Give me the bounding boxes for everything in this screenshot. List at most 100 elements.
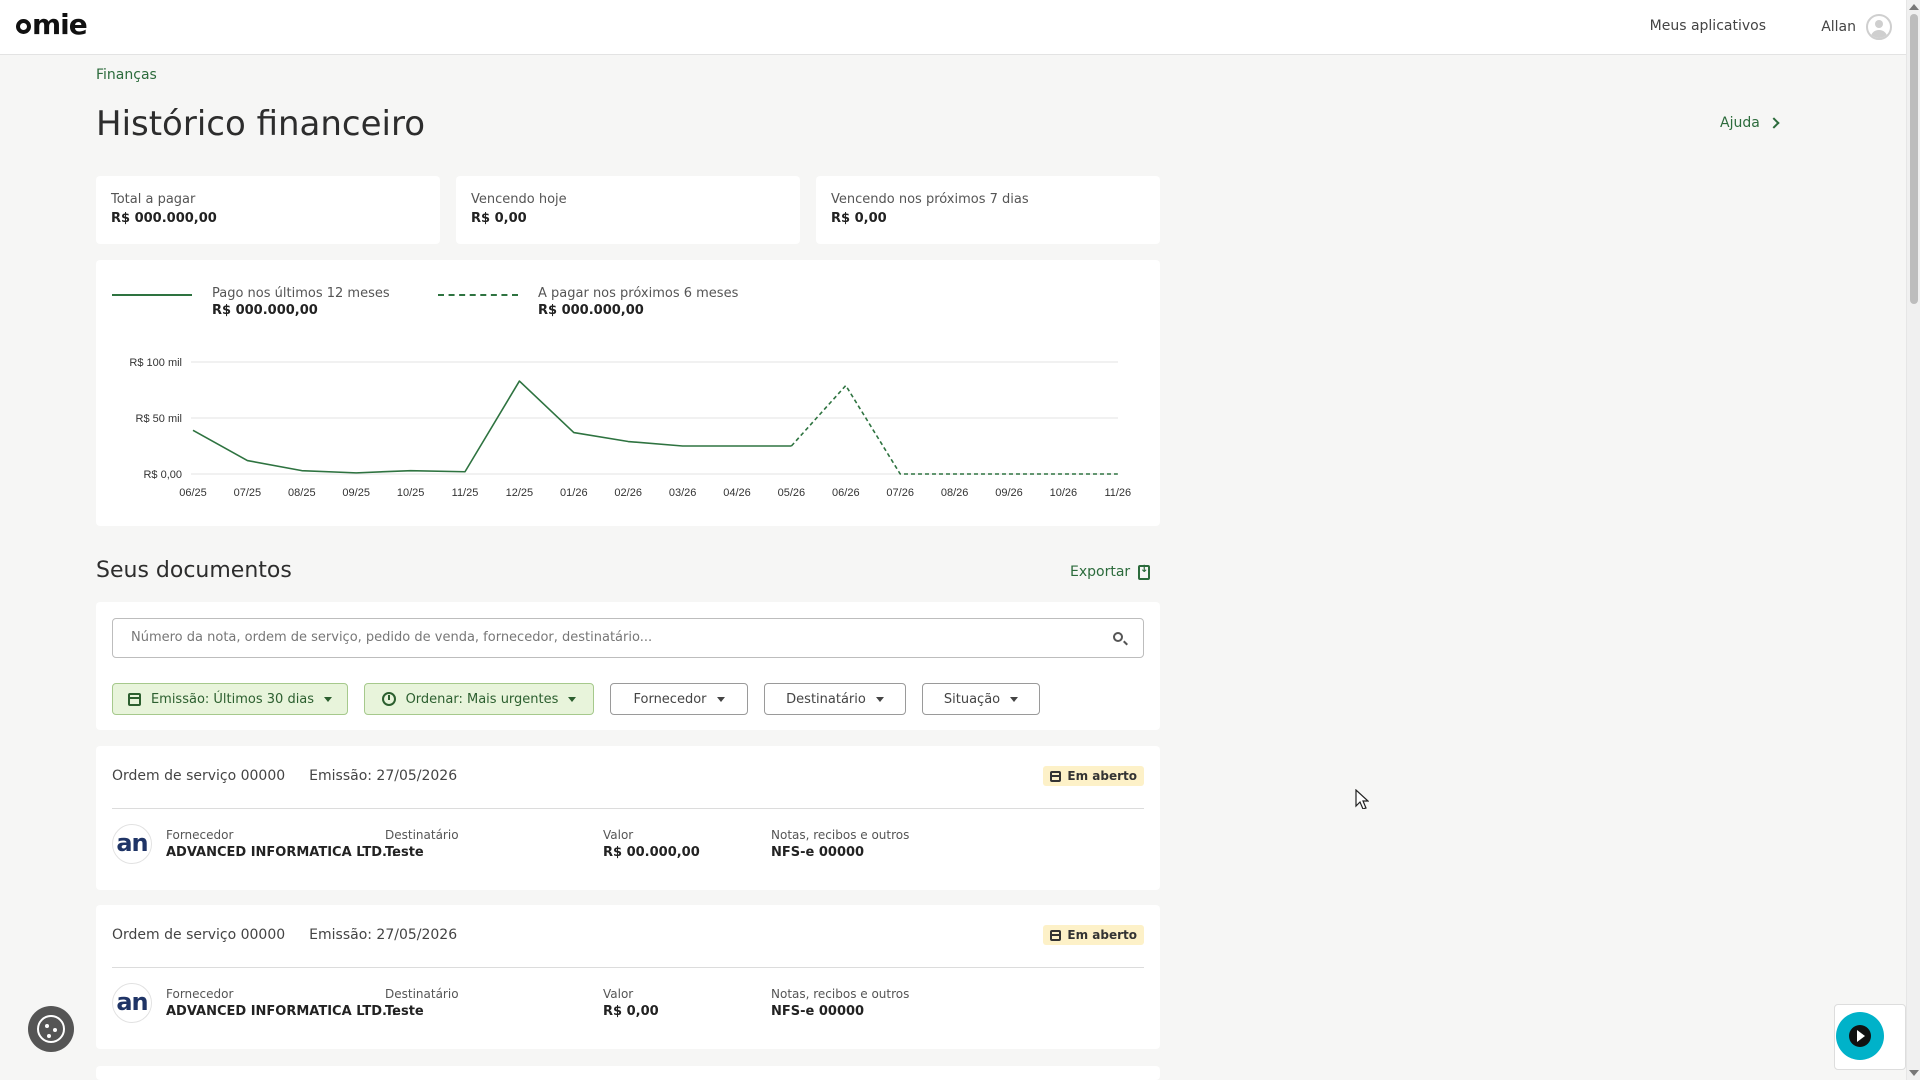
x-tick-label: 07/25 xyxy=(234,487,262,499)
search-icon[interactable] xyxy=(1113,632,1123,642)
status-label: Em aberto xyxy=(1067,928,1137,942)
caret-down-icon xyxy=(1010,696,1019,702)
x-tick-label: 10/26 xyxy=(1050,487,1078,499)
mouse-cursor-icon xyxy=(1355,789,1369,809)
supplier-filter-label: Fornecedor xyxy=(633,691,707,707)
status-label: Em aberto xyxy=(1067,769,1137,783)
documents-title: Seus documentos xyxy=(96,558,292,583)
x-tick-label: 09/25 xyxy=(342,487,370,499)
series-line-to-pay xyxy=(790,384,1118,475)
stat-card-today: Vencendo hoje R$ 0,00 xyxy=(456,176,800,244)
document-title: Ordem de serviço 00000 xyxy=(112,768,286,784)
export-button[interactable]: Exportar xyxy=(1070,564,1151,580)
search-input[interactable]: Número da nota, ordem de serviço, pedido… xyxy=(112,618,1144,658)
scroll-down-icon[interactable] xyxy=(1909,1070,1919,1076)
field-value: Teste xyxy=(385,1004,424,1019)
recipient-filter-label: Destinatário xyxy=(786,691,866,707)
status-badge: Em aberto xyxy=(1043,925,1144,945)
help-link[interactable]: Ajuda xyxy=(1720,115,1780,131)
calendar-icon xyxy=(1050,770,1062,782)
x-tick-label: 12/25 xyxy=(506,487,534,499)
field-value: R$ 0,00 xyxy=(603,1004,659,1019)
field-label: Destinatário xyxy=(385,828,459,842)
user-menu[interactable]: Allan xyxy=(1821,14,1892,40)
field-label: Fornecedor xyxy=(166,987,234,1001)
x-tick-label: 10/25 xyxy=(397,487,425,499)
value-field: Valor R$ 0,00 xyxy=(603,987,659,1019)
stat-value: R$ 0,00 xyxy=(471,211,527,226)
emission-filter[interactable]: Emissão: Últimos 30 dias xyxy=(112,683,348,715)
status-badge: Em aberto xyxy=(1043,766,1144,786)
document-emission: Emissão: 27/05/2026 xyxy=(309,768,458,784)
recipient-filter[interactable]: Destinatário xyxy=(764,683,906,715)
chart-card: Pago nos últimos 12 meses R$ 000.000,00 … xyxy=(96,260,1160,526)
user-name: Allan xyxy=(1821,19,1856,35)
field-label: Notas, recibos e outros xyxy=(771,828,910,842)
supplier-logo: an xyxy=(112,824,152,864)
x-tick-label: 04/26 xyxy=(723,487,751,499)
scroll-thumb[interactable] xyxy=(1910,14,1918,304)
situation-filter-label: Situação xyxy=(943,691,1001,707)
field-value: NFS-e 00000 xyxy=(771,1004,865,1019)
stat-label: Total a pagar xyxy=(111,192,196,207)
calendar-icon xyxy=(127,692,141,706)
document-card[interactable]: Ordem de serviço 00000 Emissão: 27/05/20… xyxy=(96,746,1160,890)
x-tick-label: 02/26 xyxy=(614,487,642,499)
stat-value: R$ 000.000,00 xyxy=(111,211,217,226)
my-apps-link[interactable]: Meus aplicativos xyxy=(1650,18,1766,34)
order-filter-label: Ordenar: Mais urgentes xyxy=(405,691,559,707)
document-card-partial[interactable] xyxy=(96,1066,1160,1080)
field-value: Teste xyxy=(385,845,424,860)
notes-field: Notas, recibos e outros NFS-e 00000 xyxy=(771,828,909,860)
x-tick-label: 11/26 xyxy=(1104,487,1131,499)
y-tick-label: R$ 0,00 xyxy=(143,469,182,481)
play-icon xyxy=(1849,1025,1871,1047)
recipient-field: Destinatário Teste xyxy=(385,987,459,1019)
x-tick-label: 01/26 xyxy=(560,487,588,499)
caret-down-icon xyxy=(324,696,333,702)
chat-button[interactable] xyxy=(1836,1012,1884,1060)
supplier-field: Fornecedor ADVANCED INFORMATICA LTD... xyxy=(166,828,397,860)
divider xyxy=(112,967,1144,968)
x-tick-label: 11/25 xyxy=(452,487,479,499)
series-line-paid xyxy=(192,380,792,474)
page-title: Histórico financeiro xyxy=(96,104,426,144)
x-tick-label: 08/26 xyxy=(941,487,969,499)
x-tick-label: 08/25 xyxy=(288,487,316,499)
recipient-field: Destinatário Teste xyxy=(385,828,459,860)
chevron-right-icon xyxy=(1768,117,1780,129)
breadcrumb[interactable]: Finanças xyxy=(96,67,157,83)
field-value: R$ 00.000,00 xyxy=(603,845,700,860)
cookie-settings-button[interactable] xyxy=(28,1006,74,1052)
divider xyxy=(112,808,1144,809)
supplier-field: Fornecedor ADVANCED INFORMATICA LTD... xyxy=(166,987,397,1019)
x-tick-label: 06/26 xyxy=(832,487,860,499)
situation-filter[interactable]: Situação xyxy=(922,683,1040,715)
file-download-icon xyxy=(1138,564,1151,580)
avatar-icon xyxy=(1866,14,1892,40)
top-bar: omiemie Meus aplicativos Allan xyxy=(0,0,1906,55)
stat-card-total: Total a pagar R$ 000.000,00 xyxy=(96,176,440,244)
field-label: Destinatário xyxy=(385,987,459,1001)
clock-icon xyxy=(381,692,396,706)
document-title: Ordem de serviço 00000 xyxy=(112,927,286,943)
emission-filter-label: Emissão: Últimos 30 dias xyxy=(150,691,315,707)
cookie-icon xyxy=(37,1015,65,1043)
x-tick-label: 06/25 xyxy=(179,487,207,499)
stat-card-7days: Vencendo nos próximos 7 dias R$ 0,00 xyxy=(816,176,1160,244)
x-tick-label: 05/26 xyxy=(778,487,806,499)
stat-value: R$ 0,00 xyxy=(831,211,887,226)
scroll-up-icon[interactable] xyxy=(1909,4,1919,10)
calendar-icon xyxy=(1050,929,1062,941)
filter-card: Número da nota, ordem de serviço, pedido… xyxy=(96,602,1160,730)
document-card[interactable]: Ordem de serviço 00000 Emissão: 27/05/20… xyxy=(96,905,1160,1049)
field-label: Valor xyxy=(603,828,634,842)
page-scrollbar[interactable] xyxy=(1906,0,1920,1080)
search-placeholder: Número da nota, ordem de serviço, pedido… xyxy=(131,630,653,645)
order-filter[interactable]: Ordenar: Mais urgentes xyxy=(364,683,594,715)
x-tick-label: 09/26 xyxy=(995,487,1023,499)
export-label: Exportar xyxy=(1070,564,1131,580)
omie-logo[interactable]: omiemie xyxy=(16,8,88,41)
supplier-filter[interactable]: Fornecedor xyxy=(610,683,748,715)
caret-down-icon xyxy=(875,696,884,702)
